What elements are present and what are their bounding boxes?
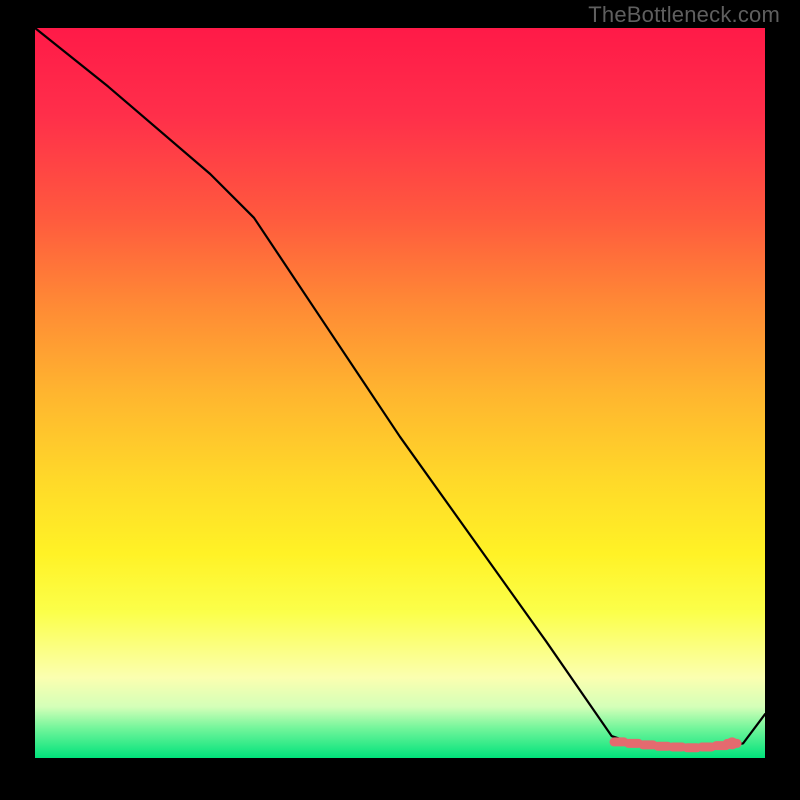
chart-svg: [35, 28, 765, 758]
optimal-point-dot: [726, 737, 738, 749]
optimal-range-dashes: [614, 742, 737, 748]
bottleneck-curve-line: [35, 28, 765, 749]
chart-gradient-area: [35, 28, 765, 758]
watermark-text: TheBottleneck.com: [588, 2, 780, 28]
